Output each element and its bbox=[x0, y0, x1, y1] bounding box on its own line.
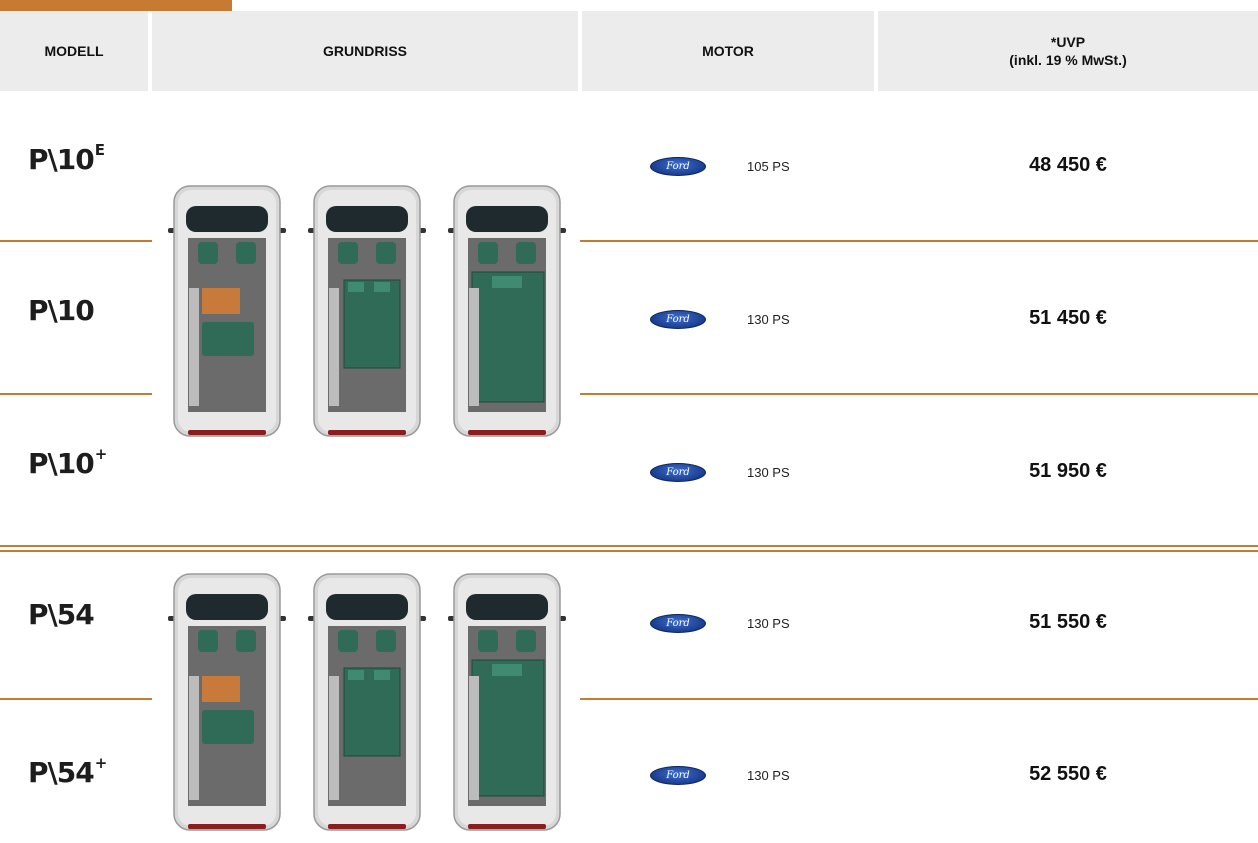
row-divider bbox=[0, 698, 152, 700]
floorplan-illustration bbox=[168, 185, 566, 437]
table bbox=[202, 288, 240, 314]
front-seat bbox=[198, 242, 218, 264]
front-seat bbox=[376, 630, 396, 652]
kitchen-unit bbox=[189, 676, 199, 800]
row-divider bbox=[580, 240, 1258, 242]
header-motor: MOTOR bbox=[582, 11, 874, 91]
header-model: MODELL bbox=[0, 11, 148, 91]
rear-bench bbox=[202, 322, 254, 356]
model-name: P\10+ bbox=[28, 444, 107, 480]
pillow bbox=[374, 670, 390, 680]
group-divider bbox=[0, 545, 1258, 547]
header-price: *UVP (inkl. 19 % MwSt.) bbox=[878, 11, 1258, 91]
group-divider bbox=[0, 550, 1258, 552]
windscreen bbox=[466, 206, 548, 232]
van-floorplan bbox=[448, 573, 566, 831]
pillow bbox=[348, 670, 364, 680]
price: 51 550 € bbox=[1029, 611, 1107, 633]
rear-light bbox=[188, 430, 266, 435]
rear-bench bbox=[202, 710, 254, 744]
windscreen bbox=[466, 594, 548, 620]
pillow bbox=[492, 664, 522, 676]
model-name: P\10E bbox=[28, 140, 105, 176]
price: 48 450 € bbox=[1029, 154, 1107, 176]
pillow bbox=[348, 282, 364, 292]
row-divider bbox=[0, 393, 152, 395]
engine-power: 130 PS bbox=[747, 768, 790, 783]
engine-power: 130 PS bbox=[747, 616, 790, 631]
floorplan-group-p10 bbox=[160, 176, 580, 444]
row-divider bbox=[0, 240, 152, 242]
van-floorplan bbox=[448, 185, 566, 437]
kitchen-unit bbox=[329, 288, 339, 406]
windscreen bbox=[326, 594, 408, 620]
ford-logo-icon: Ford bbox=[650, 614, 706, 633]
front-seat bbox=[516, 630, 536, 652]
price: 51 950 € bbox=[1029, 460, 1107, 482]
kitchen-unit bbox=[469, 676, 479, 800]
floorplan-illustration bbox=[168, 573, 566, 831]
front-seat bbox=[236, 630, 256, 652]
header-floorplan: GRUNDRISS bbox=[152, 11, 578, 91]
van-floorplan bbox=[168, 573, 286, 831]
price: 52 550 € bbox=[1029, 763, 1107, 785]
engine-power: 130 PS bbox=[747, 312, 790, 327]
accent-tab bbox=[0, 0, 232, 11]
ford-logo-icon: Ford bbox=[650, 310, 706, 329]
ford-logo-icon: Ford bbox=[650, 463, 706, 482]
windscreen bbox=[326, 206, 408, 232]
rear-light bbox=[468, 824, 546, 829]
rear-light bbox=[188, 824, 266, 829]
van-floorplan bbox=[168, 185, 286, 437]
rear-light bbox=[328, 824, 406, 829]
engine-power: 130 PS bbox=[747, 465, 790, 480]
floorplan-group-p54 bbox=[160, 564, 580, 838]
kitchen-unit bbox=[469, 288, 479, 406]
row-divider bbox=[580, 698, 1258, 700]
model-name: P\10 bbox=[28, 294, 95, 327]
table bbox=[202, 676, 240, 702]
pillow bbox=[374, 282, 390, 292]
van-floorplan bbox=[308, 573, 426, 831]
kitchen-unit bbox=[189, 288, 199, 406]
price: 51 450 € bbox=[1029, 307, 1107, 329]
windscreen bbox=[186, 594, 268, 620]
row-divider bbox=[580, 393, 1258, 395]
bed bbox=[343, 279, 401, 369]
kitchen-unit bbox=[329, 676, 339, 800]
rear-light bbox=[328, 430, 406, 435]
front-seat bbox=[478, 630, 498, 652]
front-seat bbox=[376, 242, 396, 264]
bed bbox=[343, 667, 401, 757]
ford-logo-icon: Ford bbox=[650, 766, 706, 785]
engine-power: 105 PS bbox=[747, 159, 790, 174]
bed bbox=[471, 659, 545, 797]
table-header: MODELL GRUNDRISS MOTOR *UVP (inkl. 19 % … bbox=[0, 11, 1258, 91]
windscreen bbox=[186, 206, 268, 232]
front-seat bbox=[236, 242, 256, 264]
front-seat bbox=[338, 242, 358, 264]
front-seat bbox=[198, 630, 218, 652]
rear-light bbox=[468, 430, 546, 435]
ford-logo-icon: Ford bbox=[650, 157, 706, 176]
bed bbox=[471, 271, 545, 403]
model-name: P\54+ bbox=[28, 753, 107, 789]
pillow bbox=[492, 276, 522, 288]
front-seat bbox=[478, 242, 498, 264]
front-seat bbox=[338, 630, 358, 652]
model-name: P\54 bbox=[28, 598, 95, 631]
van-floorplan bbox=[308, 185, 426, 437]
front-seat bbox=[516, 242, 536, 264]
